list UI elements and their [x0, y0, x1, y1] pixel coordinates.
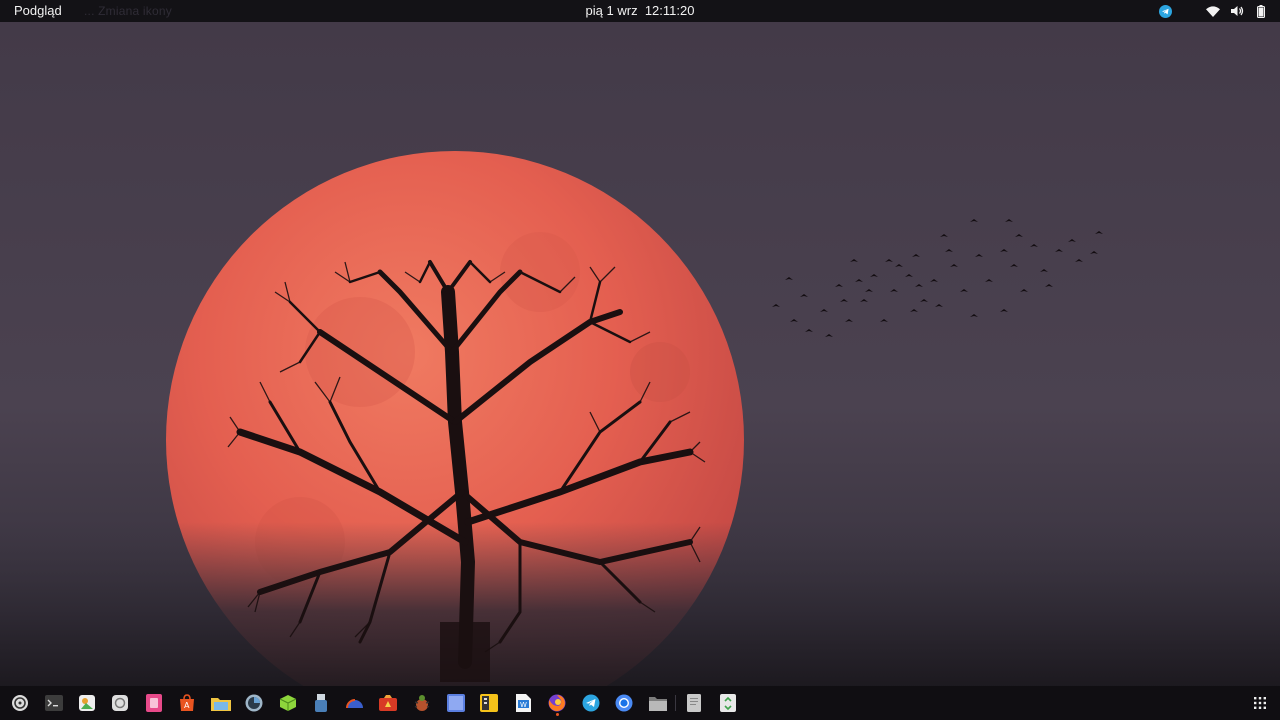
camera-app-icon[interactable]	[378, 693, 398, 713]
firefox-icon[interactable]	[547, 693, 567, 713]
image-viewer-icon[interactable]	[77, 693, 97, 713]
media-player-icon[interactable]	[144, 693, 164, 713]
window-app-icon[interactable]	[446, 693, 466, 713]
app-hint: ... Zmiana ikony	[84, 4, 172, 18]
system-monitor-icon[interactable]	[345, 693, 365, 713]
box-app-icon[interactable]	[278, 693, 298, 713]
archive-manager-icon[interactable]	[479, 693, 499, 713]
svg-text:W: W	[520, 701, 527, 709]
bird-flock	[772, 219, 1103, 337]
wifi-icon[interactable]	[1206, 4, 1220, 18]
text-editor-icon[interactable]	[684, 693, 704, 713]
dock: A W	[0, 686, 1280, 720]
clock-date: pią 1 wrz	[585, 3, 638, 18]
activities-button[interactable]: Podgląd	[14, 3, 62, 18]
show-apps-icon[interactable]	[1250, 693, 1270, 713]
chromium-icon[interactable]	[614, 693, 634, 713]
clock-time: 12:11:20	[644, 3, 695, 18]
bug-tracker-icon[interactable]	[412, 693, 432, 713]
clock-area: pią 1 wrz 12:11:20	[0, 3, 1280, 18]
usb-creator-icon[interactable]	[311, 693, 331, 713]
trash-icon[interactable]	[718, 693, 738, 713]
document-editor-icon[interactable]: W	[513, 693, 533, 713]
svg-text:A: A	[184, 701, 190, 710]
top-bar: Podgląd ... Zmiana ikony pią 1 wrz 12:11…	[0, 0, 1280, 22]
files-icon[interactable]	[648, 693, 668, 713]
folder-preview-icon[interactable]	[211, 693, 231, 713]
desktop[interactable]	[0, 22, 1280, 720]
dock-separator	[675, 695, 676, 711]
running-indicator	[556, 713, 559, 716]
telegram-icon[interactable]	[1158, 4, 1172, 18]
system-tray[interactable]	[1158, 3, 1268, 19]
wallpaper-image	[0, 151, 1280, 720]
telegram-icon[interactable]	[581, 693, 601, 713]
screenshot-icon[interactable]	[110, 693, 130, 713]
terminal-icon[interactable]	[44, 693, 64, 713]
app-center-icon[interactable]: A	[177, 693, 197, 713]
disk-usage-icon[interactable]	[244, 693, 264, 713]
software-updater-icon[interactable]	[10, 693, 30, 713]
volume-icon[interactable]	[1230, 4, 1244, 18]
battery-icon[interactable]	[1254, 4, 1268, 18]
clock-button[interactable]: pią 1 wrz 12:11:20	[586, 3, 695, 18]
